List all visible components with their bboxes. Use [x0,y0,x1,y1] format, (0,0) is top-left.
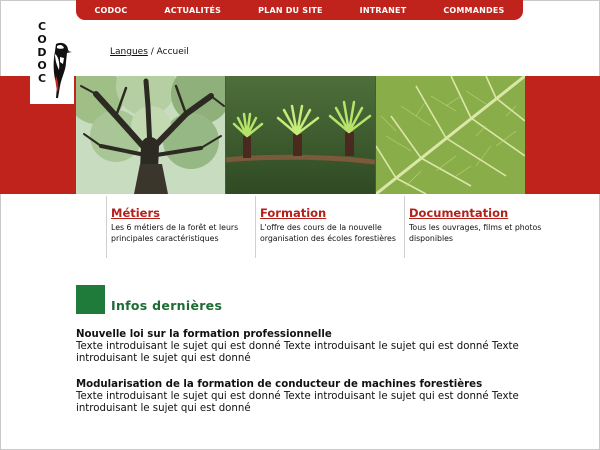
breadcrumb-current: Accueil [156,47,189,57]
section-title-metiers[interactable]: Métiers [111,206,252,220]
section-metiers: Métiers Les 6 métiers de la forêt et leu… [106,196,252,258]
codoc-logo[interactable]: CODOC [32,18,74,104]
news-item: Nouvelle loi sur la formation profession… [76,329,556,365]
larch-twig-photo [226,76,375,194]
breadcrumb-separator: / [147,47,157,57]
nav-item-actualites[interactable]: ACTUALITÉS [164,6,221,15]
section-desc-documentation: Tous les ouvrages, films et photos dispo… [409,223,542,243]
logo-text: CODOC [37,20,47,85]
tree-canopy-photo [76,76,225,194]
breadcrumb-link-langues[interactable]: Langues [110,47,148,57]
nav-item-codoc[interactable]: CODOC [94,6,127,15]
leaf-veins-photo [376,76,525,194]
top-navigation: CODOC ACTUALITÉS PLAN DU SITE INTRANET C… [76,0,523,20]
woodpecker-icon [53,42,72,98]
nav-item-plan-du-site[interactable]: PLAN DU SITE [258,6,323,15]
section-desc-formation: L'offre des cours de la nouvelle organis… [260,223,396,243]
section-title-documentation[interactable]: Documentation [409,206,554,220]
section-desc-metiers: Les 6 métiers de la forêt et leurs princ… [111,223,239,243]
section-formation: Formation L'offre des cours de la nouvel… [255,196,401,258]
section-documentation: Documentation Tous les ouvrages, films e… [404,196,554,258]
infos-heading: Infos dernières [111,298,223,313]
news-body: Texte introduisant le sujet qui est donn… [76,341,519,364]
news-body: Texte introduisant le sujet qui est donn… [76,391,519,414]
news-title[interactable]: Modularisation de la formation de conduc… [76,379,556,391]
breadcrumb: Langues / Accueil [110,47,189,57]
news-title[interactable]: Nouvelle loi sur la formation profession… [76,329,556,341]
news-item: Modularisation de la formation de conduc… [76,379,556,415]
section-title-formation[interactable]: Formation [260,206,401,220]
infos-green-square [76,285,105,314]
nav-item-intranet[interactable]: INTRANET [360,6,407,15]
nav-item-commandes[interactable]: COMMANDES [443,6,504,15]
